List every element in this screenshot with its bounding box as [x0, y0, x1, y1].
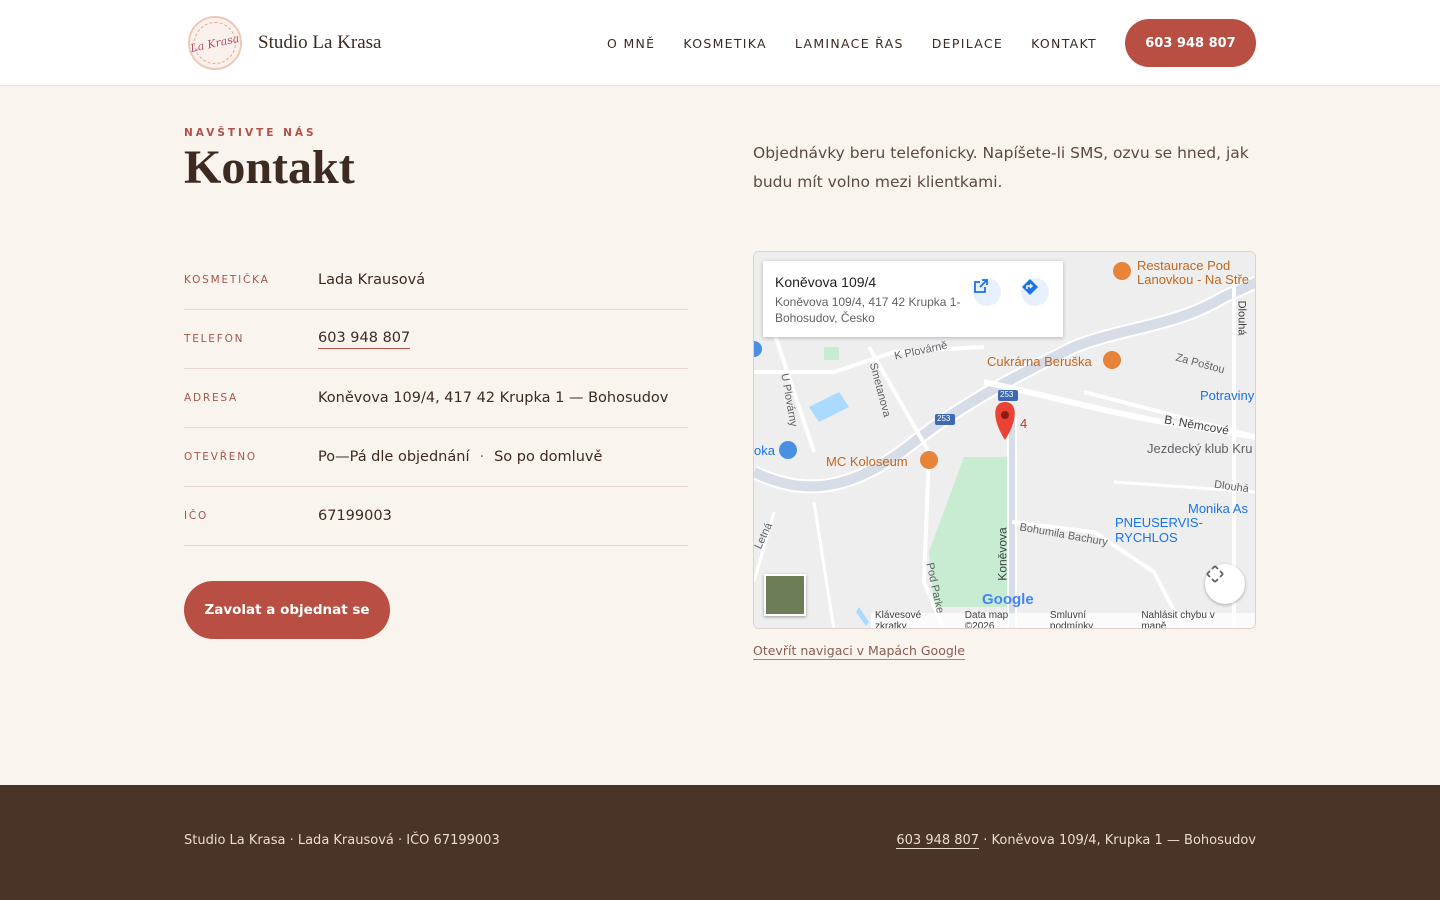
- map-label-koloseum: MC Koloseum: [826, 454, 908, 469]
- section-eyebrow: NAVŠTIVTE NÁS: [184, 127, 317, 139]
- open-navigation-link[interactable]: Otevřít navigaci v Mapách Google: [753, 643, 965, 660]
- header-phone-button[interactable]: 603 948 807: [1125, 19, 1256, 67]
- map-road-shield-253: 253: [937, 414, 951, 423]
- map-label-pneuservis: PNEUSERVIS-RYCHLOS: [1115, 515, 1203, 545]
- map-footer: Klávesové zkratky Data map ©2026 Smluvní…: [871, 610, 1255, 629]
- info-row-ico: IČO 67199003: [184, 487, 688, 546]
- nav-item-depilace[interactable]: DEPILACE: [932, 36, 1003, 51]
- map-pin-number: 4: [1020, 416, 1028, 431]
- logo-icon: La Krasa: [188, 16, 242, 70]
- info-label: TELEFON: [184, 333, 245, 345]
- hours-separator: ·: [479, 449, 485, 465]
- map-road-shield-253: 253: [1000, 390, 1014, 399]
- footer-contact: 603 948 807 · Koněvova 109/4, Krupka 1 —…: [896, 833, 1256, 849]
- map-footer-data: Data map ©2026: [964, 610, 1009, 629]
- site-footer: Studio La Krasa · Lada Krausová · IČO 67…: [0, 785, 1440, 900]
- map-label-dlouha-top: Dlouhá: [1235, 300, 1248, 336]
- logo-text: La Krasa: [189, 31, 241, 55]
- hours-weekday: Po—Pá dle objednání: [318, 449, 470, 465]
- brand-name: Studio La Krasa: [258, 32, 382, 53]
- info-row-otevreno: OTEVŘENO Po—Pá dle objednání · So po domlu…: [184, 428, 688, 487]
- main-nav: O MNĚ KOSMETIKA LAMINACE ŘAS DEPILACE KO…: [579, 0, 1097, 86]
- site-header: La Krasa Studio La Krasa O MNĚ KOSMETIKA…: [0, 0, 1440, 86]
- info-value: 67199003: [318, 508, 392, 524]
- phone-link[interactable]: 603 948 807: [318, 330, 411, 349]
- nav-item-kontakt[interactable]: KONTAKT: [1031, 36, 1097, 51]
- nav-item-laminace-ras[interactable]: LAMINACE ŘAS: [795, 36, 904, 51]
- contact-info-list: KOSMETIČKA Lada Krausová TELEFON 603 948…: [184, 251, 688, 546]
- nav-item-kosmetika[interactable]: KOSMETIKA: [683, 36, 767, 51]
- map-label-jezdecky: Jezdecký klub Kru: [1147, 441, 1253, 456]
- page-title: Kontakt: [184, 141, 355, 194]
- info-value: Lada Krausová: [318, 272, 426, 288]
- map-label-cukrarna: Cukrárna Beruška: [987, 354, 1092, 369]
- directions-icon[interactable]: [1021, 278, 1049, 306]
- footer-address: · Koněvova 109/4, Krupka 1 — Bohosudov: [979, 833, 1256, 848]
- map-label-konevova: Koněvova: [995, 527, 1010, 581]
- satellite-toggle[interactable]: [764, 574, 806, 616]
- nav-item-o-mne[interactable]: O MNĚ: [607, 36, 655, 51]
- info-label: OTEVŘENO: [184, 451, 257, 463]
- footer-phone-link[interactable]: 603 948 807: [896, 833, 980, 849]
- map-footer-terms[interactable]: Smluvní podmínky: [1050, 610, 1129, 628]
- map-label-potraviny: Potraviny: [1200, 388, 1255, 403]
- info-row-telefon: TELEFON 603 948 807: [184, 310, 688, 369]
- hours-saturday: So po domluvě: [494, 449, 603, 465]
- map-label-monika: Monika As: [1188, 501, 1248, 516]
- logo-link[interactable]: La Krasa Studio La Krasa: [188, 16, 381, 70]
- info-label: IČO: [184, 510, 209, 522]
- fullscreen-icon[interactable]: [1205, 564, 1245, 604]
- open-in-maps-icon[interactable]: [973, 278, 1001, 306]
- google-map-embed[interactable]: Restaurace Pod Lanovkou - Na Stře Cukrár…: [753, 251, 1256, 629]
- map-place-address: Koněvova 109/4, 417 42 Krupka 1-Bohosudo…: [775, 295, 961, 325]
- info-value: Koněvova 109/4, 417 42 Krupka 1 — Bohosu…: [318, 390, 669, 406]
- map-label-restaurant: Restaurace Pod Lanovkou - Na Stře: [1137, 258, 1250, 287]
- info-label: KOSMETIČKA: [184, 274, 270, 286]
- google-logo: Google: [982, 591, 1034, 608]
- map-place-card: Koněvova 109/4 Koněvova 109/4, 417 42 Kr…: [763, 261, 1063, 337]
- map-footer-report[interactable]: Nahlásit chybu v mapě: [1141, 610, 1239, 628]
- footer-company-info: Studio La Krasa · Lada Krausová · IČO 67…: [184, 833, 500, 848]
- map-label-oka: oka: [754, 443, 775, 458]
- info-row-kosmeticka: KOSMETIČKA Lada Krausová: [184, 251, 688, 310]
- info-value: Po—Pá dle objednání · So po domluvě: [318, 449, 602, 465]
- call-to-order-button[interactable]: Zavolat a objednat se: [184, 581, 390, 639]
- map-place-title: Koněvova 109/4: [775, 274, 877, 290]
- info-label: ADRESA: [184, 392, 239, 404]
- info-row-adresa: ADRESA Koněvova 109/4, 417 42 Krupka 1 —…: [184, 369, 688, 428]
- map-footer-shortcuts[interactable]: Klávesové zkratky: [875, 610, 953, 628]
- contact-intro: Objednávky beru telefonicky. Napíšete-li…: [753, 144, 1249, 191]
